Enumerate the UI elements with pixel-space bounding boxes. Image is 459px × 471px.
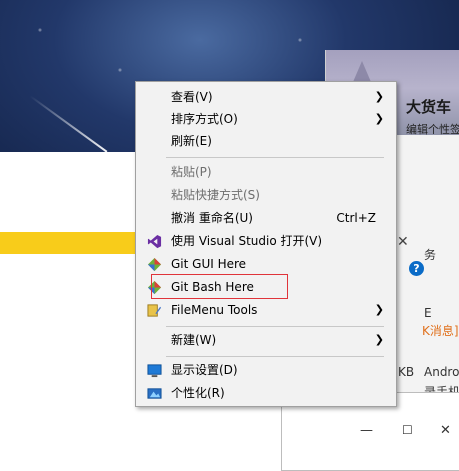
chevron-right-icon: ❯ (374, 90, 384, 103)
text-fragment: 务 (424, 248, 437, 262)
menu-item-new[interactable]: 新建(W) ❯ (136, 329, 396, 351)
personal-signature[interactable]: 编辑个性签名 (406, 121, 459, 137)
display-settings-icon (147, 364, 162, 378)
git-icon (147, 257, 162, 272)
menu-item-view[interactable]: 查看(V) ❯ (136, 86, 396, 108)
file-size: KB (398, 365, 415, 379)
text-fragment: Andro (424, 365, 459, 379)
menu-item-git-gui[interactable]: Git GUI Here (136, 253, 396, 275)
message-link[interactable]: K消息] (422, 322, 459, 339)
close-icon[interactable]: ✕ (397, 234, 409, 250)
menu-item-refresh[interactable]: 刷新(E) (136, 130, 396, 152)
minimize-icon[interactable]: — (360, 423, 373, 438)
help-icon[interactable]: ? (409, 261, 424, 276)
personalize-icon (147, 388, 162, 399)
visual-studio-icon (147, 234, 162, 249)
contact-name: 大货车 (406, 98, 452, 116)
chevron-right-icon: ❯ (374, 112, 384, 125)
menu-item-undo-rename[interactable]: 撤消 重命名(U) Ctrl+Z (136, 207, 396, 229)
menu-separator (166, 326, 384, 327)
menu-item-paste[interactable]: 粘贴(P) (136, 161, 396, 183)
filemenu-tools-icon (147, 304, 162, 317)
annotation-highlight-box (151, 274, 288, 299)
menu-item-filemenu-tools[interactable]: FileMenu Tools ❯ (136, 299, 396, 321)
menu-item-sort[interactable]: 排序方式(O) ❯ (136, 108, 396, 130)
shortcut-text: Ctrl+Z (336, 211, 376, 225)
menu-item-personalize[interactable]: 个性化(R) (136, 382, 396, 404)
menu-separator (166, 157, 384, 158)
chevron-right-icon: ❯ (374, 333, 384, 346)
maximize-icon[interactable]: ☐ (402, 423, 413, 437)
desktop-context-menu: 查看(V) ❯ 排序方式(O) ❯ 刷新(E) 粘贴(P) 粘贴快捷方式(S) … (135, 81, 397, 407)
menu-item-display-settings[interactable]: 显示设置(D) (136, 359, 396, 381)
menu-separator (166, 356, 384, 357)
text-fragment: E (424, 306, 432, 320)
chevron-right-icon: ❯ (374, 303, 384, 316)
close-icon[interactable]: ✕ (440, 423, 451, 438)
menu-item-paste-shortcut[interactable]: 粘贴快捷方式(S) (136, 184, 396, 206)
menu-item-open-visual-studio[interactable]: 使用 Visual Studio 打开(V) (136, 230, 396, 252)
